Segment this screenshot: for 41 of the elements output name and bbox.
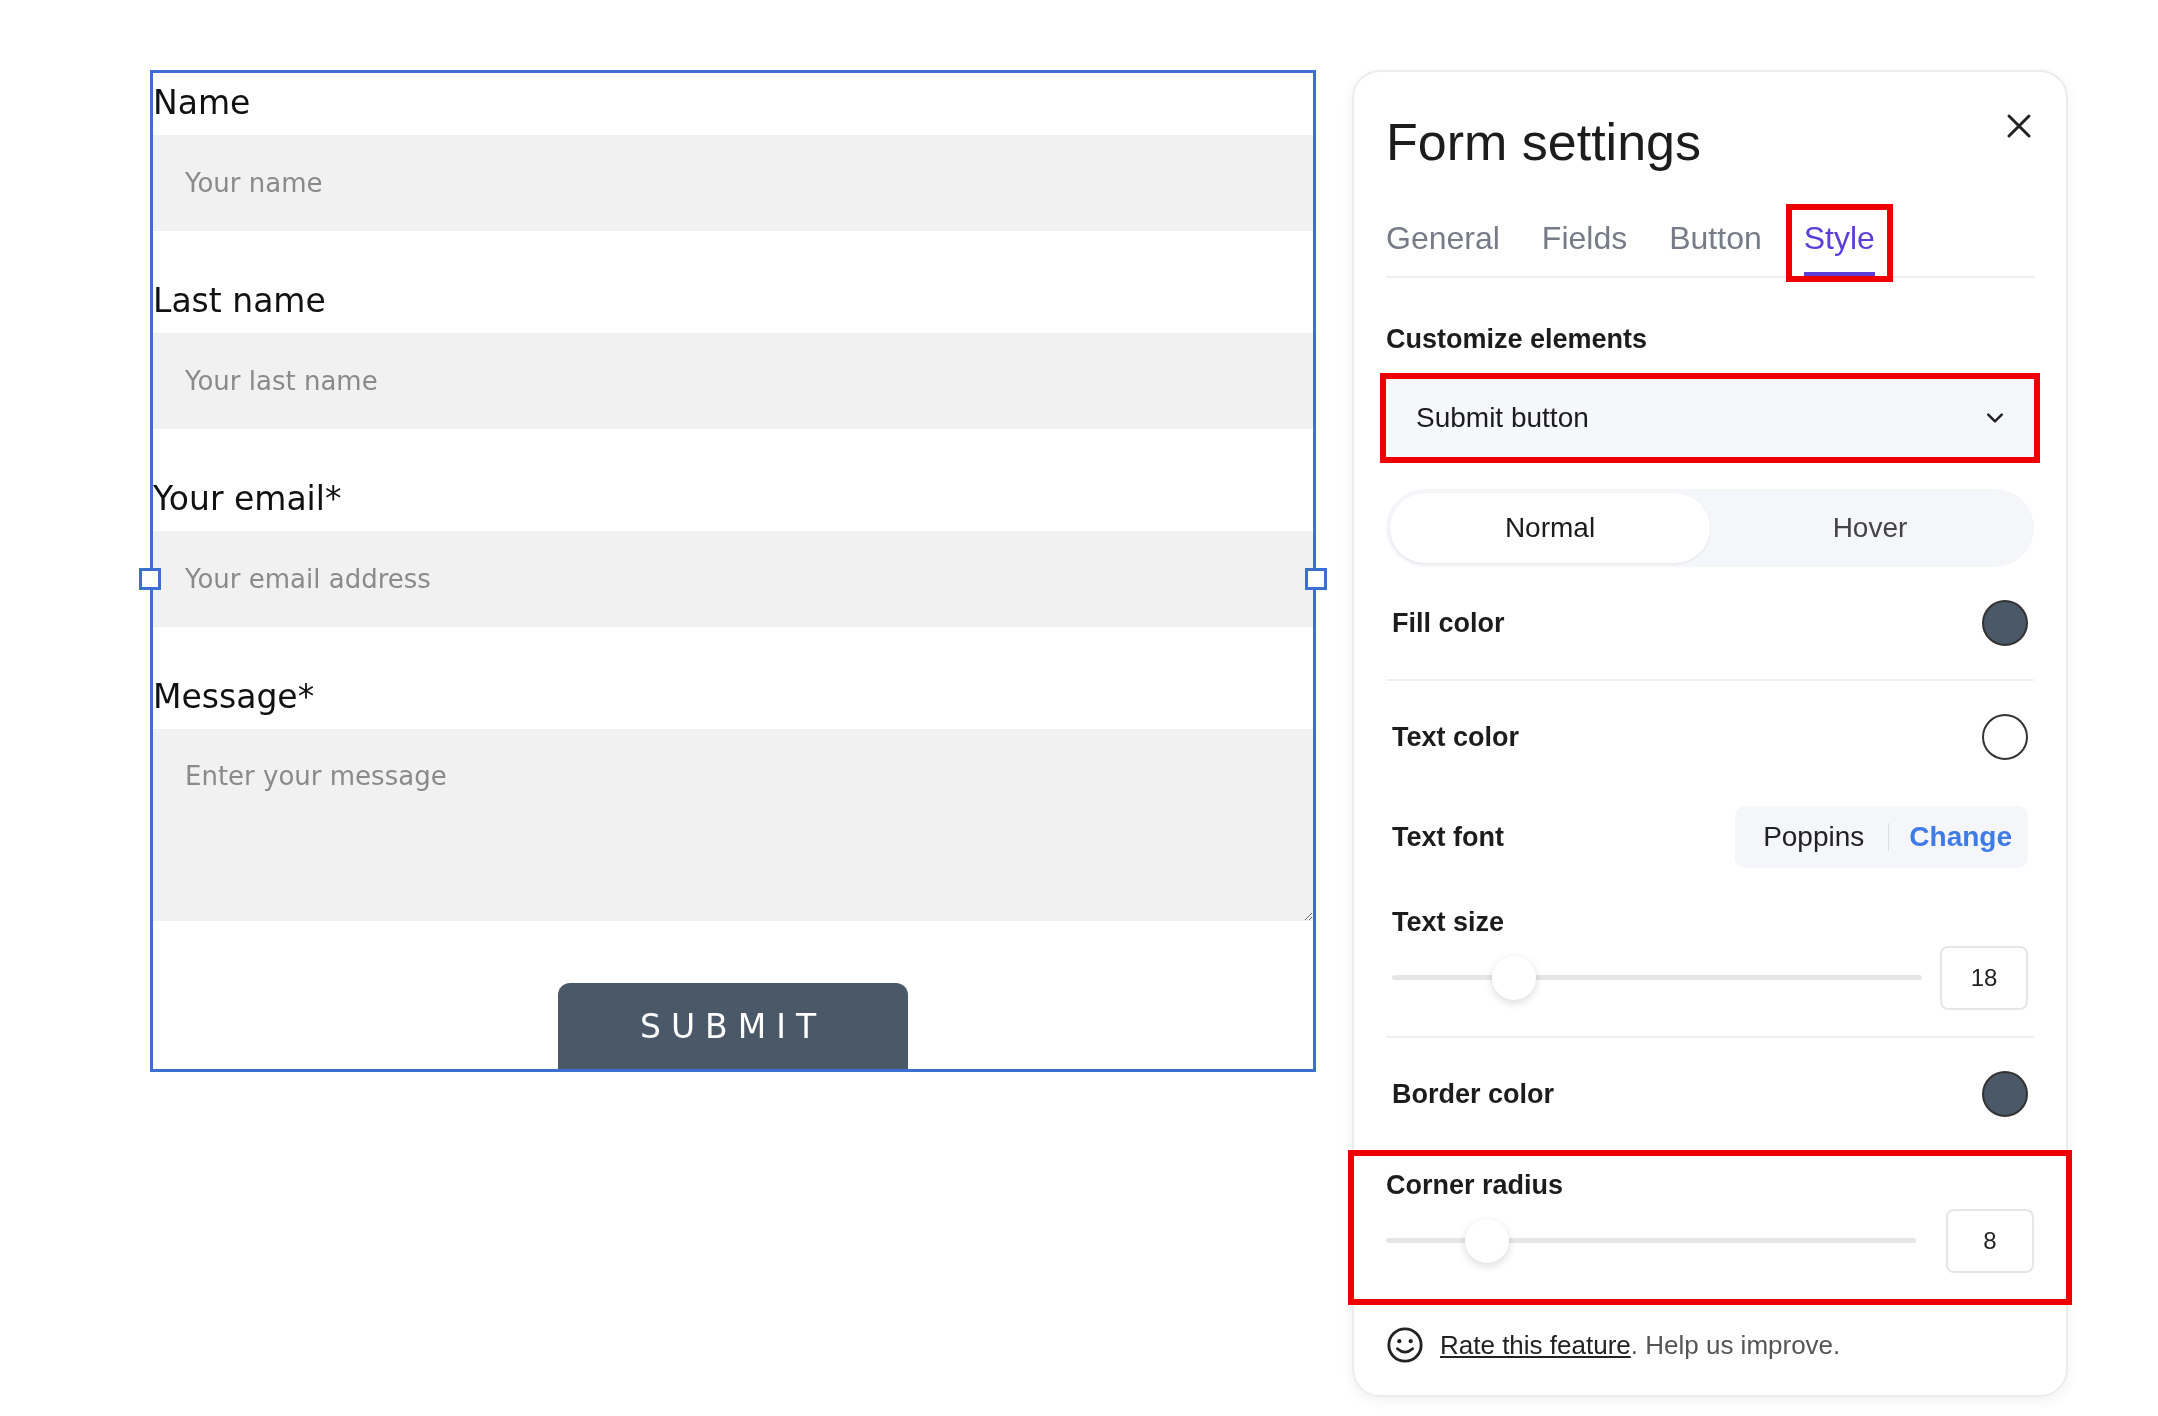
slider-track[interactable]: [1386, 1218, 1916, 1264]
change-link[interactable]: Change: [1901, 821, 2012, 853]
setting-label: Text color: [1392, 721, 1520, 753]
setting-label: Fill color: [1392, 607, 1505, 639]
chevron-down-icon: [1986, 412, 2004, 424]
resize-handle[interactable]: [1305, 568, 1327, 590]
state-tab[interactable]: Hover: [1710, 493, 2030, 563]
input-field[interactable]: Your name: [153, 135, 1313, 231]
setting-label: Text font: [1392, 821, 1504, 853]
setting-label: Text size: [1392, 907, 1506, 938]
rate-link[interactable]: Rate this feature: [1440, 1329, 1631, 1360]
panel-title: Form settings: [1386, 112, 1701, 172]
input-field[interactable]: Your email address: [153, 531, 1313, 627]
setting-label: Border color: [1392, 1078, 1555, 1110]
message-field[interactable]: Enter your message: [153, 729, 1313, 921]
input-field[interactable]: Your last name: [153, 333, 1313, 429]
field-label: Message*: [153, 676, 316, 718]
color-swatch[interactable]: [1982, 1071, 2028, 1117]
tab[interactable]: General: [1386, 210, 1500, 276]
tab[interactable]: Fields: [1541, 210, 1628, 276]
resize-handle[interactable]: [139, 568, 161, 590]
number-input[interactable]: 18: [1940, 946, 2028, 1010]
feedback-text: Rate this feature. Help us improve.: [1440, 1329, 1841, 1361]
element-dropdown[interactable]: Submit button: [1386, 379, 2034, 457]
setting-label: Corner radius: [1386, 1170, 1565, 1201]
color-swatch[interactable]: [1982, 600, 2028, 646]
section-label: Customize elements: [1386, 324, 1649, 355]
slider-track[interactable]: [1392, 955, 1922, 1001]
font-name: Poppins: [1762, 821, 1866, 853]
slider-thumb[interactable]: [1491, 956, 1536, 1000]
field-label: Last name: [153, 280, 327, 322]
tab[interactable]: Button: [1669, 210, 1762, 276]
tab[interactable]: Style: [1803, 210, 1875, 276]
smiley-icon[interactable]: [1386, 1326, 1424, 1364]
submit-button[interactable]: SUBMIT: [558, 983, 908, 1069]
color-swatch[interactable]: [1982, 714, 2028, 760]
state-tab[interactable]: Normal: [1390, 493, 1710, 563]
number-input[interactable]: 8: [1946, 1209, 2034, 1273]
field-label: Name: [153, 82, 252, 124]
slider-thumb[interactable]: [1464, 1219, 1509, 1263]
field-label: Your email*: [153, 478, 343, 520]
